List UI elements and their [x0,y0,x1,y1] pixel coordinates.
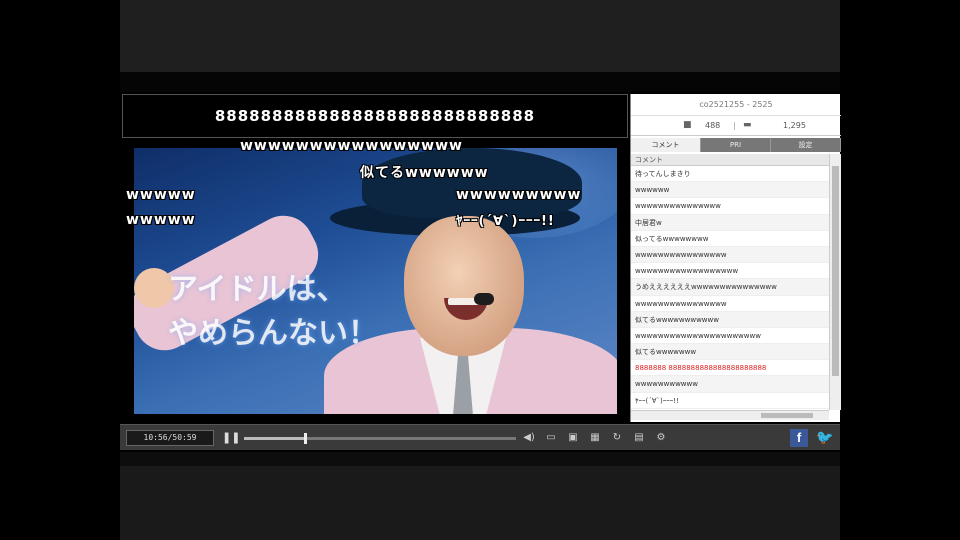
volume-icon[interactable]: ◀) [522,431,536,445]
video-area[interactable]: アイドルは、 やめらんない！ wwwwwwwwwwwwwwww 似てるwwwww… [120,140,630,422]
seek-progress [244,437,304,440]
control-bar: 10:56/50:59 ❚❚ ◀) ▭ ▣ ▦ ↻ ▤ ⚙ f 🐦 [120,424,840,450]
comment-row[interactable]: wwwwwwwwwwwwwwww [631,246,829,264]
top-divider [120,72,840,92]
time-display: 10:56/50:59 [126,430,214,446]
comment-count-icon: ▬ [743,120,752,130]
comment-row[interactable]: wwwwwwwwwwwwwwww [631,296,829,312]
performer-hat [362,148,582,218]
comment-row[interactable]: 中居君w [631,214,829,231]
lock-icon[interactable]: ▤ [632,431,646,445]
comment-row[interactable]: 似てるwwwwwww [631,344,829,361]
comment-row[interactable]: wwwwwwwwwwwwwww [631,198,829,215]
reload-icon[interactable]: ↻ [610,431,624,445]
settings-icon[interactable]: ⚙ [654,431,668,445]
performer-face [404,216,524,356]
danmaku-comment: 似てるwwwwww [360,165,489,181]
comment-row[interactable]: wwwwww [631,182,829,199]
stats-divider: | [733,121,736,130]
horizontal-scroll-thumb[interactable] [761,413,813,418]
panel-tabs: コメント PRI 設定 [631,138,841,152]
video-player: 8888888888888888888888888888 アイドルは、 やめらん… [120,92,841,452]
danmaku-comment: wwwwwwwwwwwwwwww [240,140,463,154]
comment-column-header[interactable]: コメント [631,154,829,166]
tab-comments[interactable]: コメント [631,138,701,152]
promo-line-2: やめらんない！ [168,316,378,351]
promo-line-1: アイドルは、 [168,272,347,307]
broadcast-id: co2521255 - 2525 [631,94,841,116]
danmaku-comment: wwwwwwwww [456,187,582,203]
vertical-scrollbar[interactable] [829,154,841,410]
scroll-thumb[interactable] [832,166,839,376]
twitter-icon[interactable]: 🐦 [816,429,834,447]
danmaku-comment: ﾔｰｰ(´∀`)ｰｰｰ!! [456,214,555,229]
top-band [120,0,840,72]
viewer-count: 488 [705,121,721,130]
comment-list[interactable]: 待ってんしまきり wwwwww wwwwwwwwwwwwwww 中居君w 似ってるwww… [631,166,829,410]
comment-panel: co2521255 - 2525 ■ 488 | ▬ 1,295 コメント PR… [630,94,841,422]
comment-row[interactable]: 8888888 8888888888888888888888 [631,360,829,377]
comment-row[interactable]: wwwwwwwwwwwwwwwwww [631,263,829,280]
seek-bar[interactable] [244,433,516,444]
facebook-icon[interactable]: f [790,429,808,447]
comment-count: 1,295 [783,121,806,130]
tab-settings[interactable]: 設定 [771,138,841,152]
headset-mic [474,293,494,305]
quality-icon[interactable]: ▦ [588,431,602,445]
comment-row[interactable]: 待ってんしまきり [631,166,829,183]
comment-row[interactable]: 似てるwwwwwwwwwww [631,311,829,328]
comment-row[interactable]: うめええええええwwwwwwwwwwwwwww [631,279,829,296]
comment-row[interactable]: ﾔｰｰ(´∀`)ｰｰｰ!! [631,393,829,409]
horizontal-scrollbar[interactable] [631,410,829,420]
pause-button[interactable]: ❚❚ [222,431,240,445]
comment-toggle-icon[interactable]: ▭ [544,431,558,445]
marquee-comment-bar: 8888888888888888888888888888 [122,94,628,138]
tab-pri[interactable]: PRI [701,138,771,152]
comment-row[interactable]: wwwwwwwwwwwwwwwwwwwwww [631,328,829,345]
danmaku-comment: wwwww [126,187,196,203]
marquee-text: 8888888888888888888888888888 [214,107,536,125]
viewers-icon: ■ [683,120,692,130]
screen-mode-icon[interactable]: ▣ [566,431,580,445]
danmaku-comment: wwwww [126,212,196,228]
comment-row[interactable]: wwwwwwwwwww [631,376,829,393]
promo-caption: アイドルは、 やめらんない！ [168,268,378,356]
seek-handle[interactable] [303,433,307,444]
comment-row[interactable]: 似ってるwwwwwwww [631,231,829,247]
stats-bar: ■ 488 | ▬ 1,295 [631,116,841,136]
bottom-divider [120,452,840,466]
